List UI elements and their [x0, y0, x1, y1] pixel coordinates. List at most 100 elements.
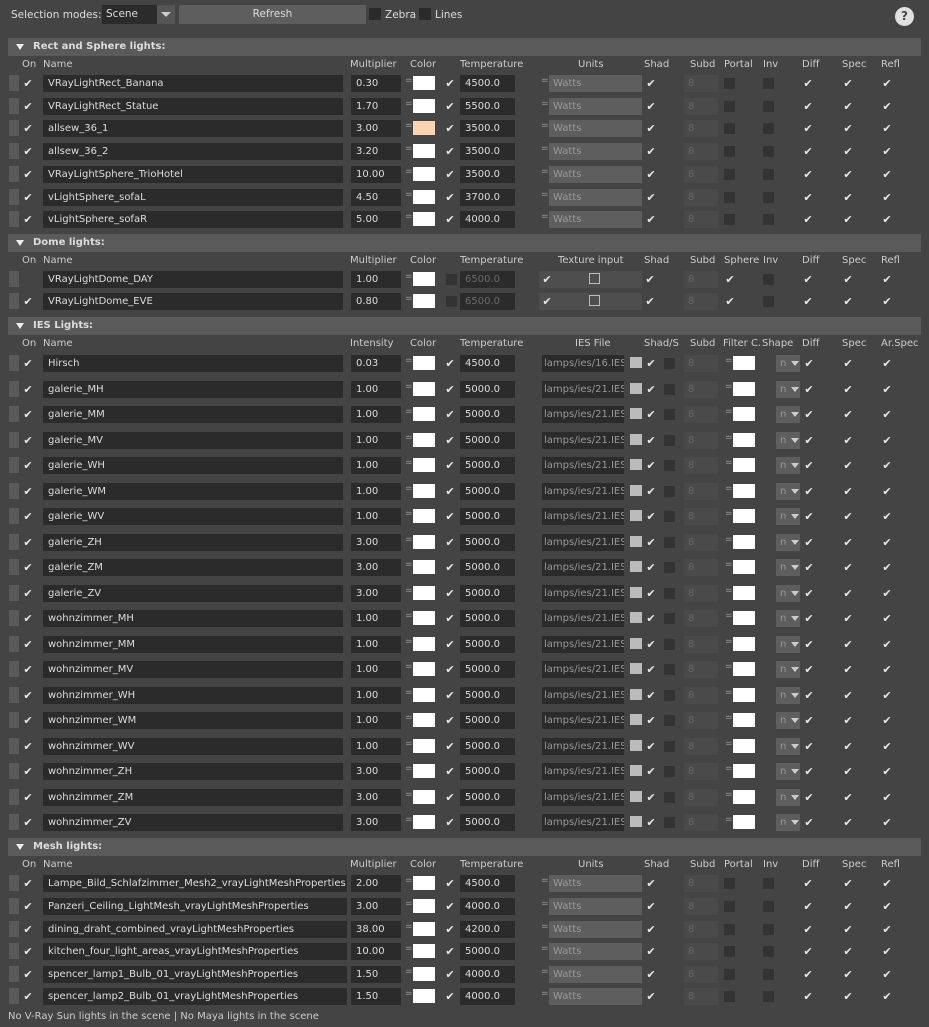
color-swatch[interactable] [413, 356, 435, 370]
subdivs-field[interactable]: 8 [684, 120, 718, 137]
folder-icon[interactable] [630, 816, 642, 827]
filter-color-swatch[interactable] [733, 764, 755, 778]
temperature-field[interactable]: 5000.0 [460, 738, 515, 755]
diffuse-checkbox[interactable]: ✔ [803, 715, 815, 727]
diffuse-checkbox[interactable]: ✔ [803, 511, 815, 523]
temperature-field[interactable]: 5000.0 [460, 610, 515, 627]
multiplier-field[interactable]: 1.00 [351, 432, 401, 449]
temperature-checkbox[interactable]: ✔ [444, 78, 456, 90]
soft-shadow-checkbox[interactable] [664, 639, 675, 650]
name-field[interactable]: galerie_WM [43, 483, 343, 500]
row-select-handle[interactable] [9, 143, 19, 159]
multiplier-field[interactable]: 10.00 [351, 166, 401, 183]
multiplier-field[interactable]: 5.00 [351, 211, 401, 228]
name-field[interactable]: dining_draht_combined_vrayLightMeshPrope… [43, 921, 347, 938]
subdivs-field[interactable]: 8 [684, 559, 718, 576]
texture-connect-icon[interactable] [589, 273, 600, 284]
folder-icon[interactable] [630, 459, 642, 470]
reflection-checkbox[interactable]: ✔ [881, 878, 893, 890]
multiplier-field[interactable]: 0.30 [351, 75, 401, 92]
units-dropdown[interactable]: Watts [549, 211, 642, 228]
filter-color-swatch[interactable] [733, 433, 755, 447]
row-select-handle[interactable] [9, 712, 19, 728]
temperature-field[interactable]: 5000.0 [460, 508, 515, 525]
subdivs-field[interactable]: 8 [684, 508, 718, 525]
temperature-field[interactable]: 4200.0 [460, 921, 515, 938]
collapse-triangle-icon[interactable] [16, 323, 24, 329]
subdivs-field[interactable]: 8 [684, 988, 718, 1005]
area-specular-checkbox[interactable]: ✔ [881, 435, 893, 447]
folder-icon[interactable] [630, 791, 642, 802]
invisible-checkbox[interactable] [763, 924, 774, 935]
temperature-field[interactable]: 4000.0 [460, 898, 515, 915]
collapse-triangle-icon[interactable] [16, 44, 24, 50]
name-field[interactable]: galerie_WH [43, 457, 343, 474]
folder-icon[interactable] [630, 638, 642, 649]
soft-shadow-checkbox[interactable] [664, 690, 675, 701]
shadow-checkbox[interactable]: ✔ [645, 690, 657, 702]
temperature-field[interactable]: 5000.0 [460, 432, 515, 449]
chevron-down-icon[interactable] [791, 667, 799, 672]
color-swatch[interactable] [413, 509, 435, 523]
name-field[interactable]: VRayLightRect_Banana [43, 75, 343, 92]
subdivs-field[interactable]: 8 [684, 271, 718, 288]
on-checkbox[interactable]: ✔ [22, 562, 34, 574]
refresh-button[interactable]: Refresh [179, 5, 366, 24]
temperature-checkbox[interactable] [446, 274, 457, 285]
zebra-checkbox[interactable] [369, 8, 381, 20]
reflection-checkbox[interactable]: ✔ [881, 901, 893, 913]
name-field[interactable]: wohnzimmer_MH [43, 610, 343, 627]
folder-icon[interactable] [630, 714, 642, 725]
diffuse-checkbox[interactable]: ✔ [802, 969, 814, 981]
diffuse-checkbox[interactable]: ✔ [802, 946, 814, 958]
soft-shadow-checkbox[interactable] [664, 562, 675, 573]
temperature-checkbox[interactable]: ✔ [444, 741, 456, 753]
multiplier-field[interactable]: 10.00 [351, 943, 401, 960]
soft-shadow-checkbox[interactable] [664, 817, 675, 828]
row-select-handle[interactable] [9, 966, 19, 982]
diffuse-checkbox[interactable]: ✔ [802, 296, 814, 308]
color-swatch[interactable] [413, 190, 435, 204]
area-specular-checkbox[interactable]: ✔ [881, 639, 893, 651]
shadow-checkbox[interactable]: ✔ [645, 101, 657, 113]
folder-icon[interactable] [630, 689, 642, 700]
subdivs-field[interactable]: 8 [684, 483, 718, 500]
invisible-checkbox[interactable] [763, 296, 774, 307]
name-field[interactable]: galerie_MM [43, 406, 343, 423]
specular-checkbox[interactable]: ✔ [842, 486, 854, 498]
ies-file-field[interactable]: lamps/ies/21.IES [542, 712, 624, 729]
name-field[interactable]: kitchen_four_light_areas_vrayLightMeshPr… [43, 943, 347, 960]
multiplier-field[interactable]: 1.00 [351, 406, 401, 423]
name-field[interactable]: wohnzimmer_ZV [43, 814, 343, 831]
diffuse-checkbox[interactable]: ✔ [802, 169, 814, 181]
shadow-checkbox[interactable]: ✔ [645, 664, 657, 676]
ies-file-field[interactable]: lamps/ies/21.IES [542, 432, 624, 449]
row-select-handle[interactable] [9, 687, 19, 703]
temperature-field[interactable]: 6500.0 [460, 271, 515, 288]
temperature-field[interactable]: 3700.0 [460, 189, 515, 206]
folder-icon[interactable] [630, 663, 642, 674]
name-field[interactable]: wohnzimmer_WM [43, 712, 343, 729]
temperature-field[interactable]: 3500.0 [460, 143, 515, 160]
row-select-handle[interactable] [9, 534, 19, 550]
temperature-checkbox[interactable]: ✔ [444, 901, 456, 913]
diffuse-checkbox[interactable]: ✔ [803, 384, 815, 396]
temperature-field[interactable]: 5000.0 [460, 406, 515, 423]
portal-checkbox[interactable] [724, 214, 735, 225]
multiplier-field[interactable]: 1.00 [351, 738, 401, 755]
temperature-checkbox[interactable]: ✔ [444, 664, 456, 676]
row-select-handle[interactable] [9, 763, 19, 779]
ies-file-field[interactable]: lamps/ies/21.IES [542, 636, 624, 653]
name-field[interactable]: galerie_WV [43, 508, 343, 525]
diffuse-checkbox[interactable]: ✔ [803, 486, 815, 498]
specular-checkbox[interactable]: ✔ [842, 588, 854, 600]
temperature-checkbox[interactable]: ✔ [444, 588, 456, 600]
color-swatch[interactable] [413, 662, 435, 676]
multiplier-field[interactable]: 1.00 [351, 712, 401, 729]
subdivs-field[interactable]: 8 [684, 166, 718, 183]
specular-checkbox[interactable]: ✔ [842, 460, 854, 472]
subdivs-field[interactable]: 8 [684, 921, 718, 938]
temperature-checkbox[interactable]: ✔ [444, 146, 456, 158]
temperature-checkbox[interactable]: ✔ [444, 101, 456, 113]
ies-file-field[interactable]: lamps/ies/21.IES [542, 508, 624, 525]
